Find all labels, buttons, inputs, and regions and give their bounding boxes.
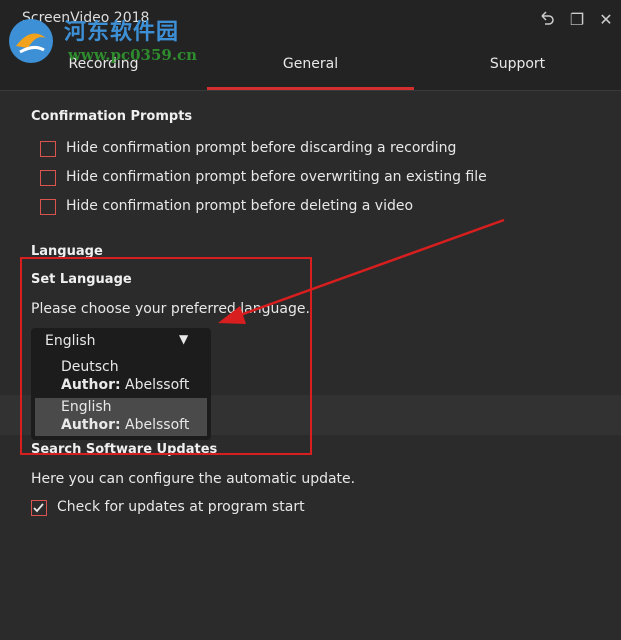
checkbox-label: Hide confirmation prompt before overwrit… bbox=[66, 169, 487, 185]
watermark-url: www.pc0359.cn bbox=[68, 46, 198, 64]
language-option-deutsch[interactable]: Deutsch Author: Abelssoft bbox=[35, 358, 207, 396]
option-author: Author: Abelssoft bbox=[61, 377, 189, 393]
author-label: Author: bbox=[61, 377, 121, 393]
language-dropdown[interactable]: English ▼ Deutsch Author: Abelssoft Engl… bbox=[31, 328, 211, 440]
selected-language: English bbox=[45, 333, 96, 349]
watermark-logo-icon bbox=[9, 19, 53, 63]
language-option-english[interactable]: English Author: Abelssoft bbox=[35, 398, 207, 436]
language-title: Language bbox=[31, 244, 103, 259]
option-name: Deutsch bbox=[61, 359, 119, 375]
author-label: Author: bbox=[61, 417, 121, 433]
checkbox-label: Check for updates at program start bbox=[57, 499, 305, 515]
checkbox-checked[interactable] bbox=[31, 500, 47, 516]
checkbox[interactable] bbox=[40, 199, 56, 215]
undo-icon[interactable] bbox=[536, 10, 556, 30]
updates-title: Search Software Updates bbox=[31, 442, 218, 457]
language-select[interactable]: English ▼ bbox=[31, 328, 211, 354]
close-icon[interactable]: ✕ bbox=[596, 10, 616, 30]
confirmation-title: Confirmation Prompts bbox=[31, 109, 193, 124]
author-name: Abelssoft bbox=[125, 417, 190, 433]
triangle-down-icon: ▼ bbox=[179, 332, 189, 346]
checkbox[interactable] bbox=[40, 141, 56, 157]
watermark-text: 河东软件园 bbox=[64, 19, 180, 45]
watermark: 河东软件园 www.pc0359.cn bbox=[6, 12, 246, 67]
checkbox[interactable] bbox=[40, 170, 56, 186]
header-divider bbox=[0, 90, 621, 91]
set-language-title: Set Language bbox=[31, 272, 132, 287]
updates-description: Here you can configure the automatic upd… bbox=[31, 471, 356, 487]
option-author: Author: Abelssoft bbox=[61, 417, 189, 433]
author-name: Abelssoft bbox=[125, 377, 190, 393]
tab-support[interactable]: Support bbox=[414, 40, 621, 90]
checkbox-label: Hide confirmation prompt before discardi… bbox=[66, 140, 457, 156]
annotation-arrow-icon bbox=[218, 218, 505, 324]
checkbox-label: Hide confirmation prompt before deleting… bbox=[66, 198, 414, 214]
language-prompt: Please choose your preferred language. bbox=[31, 301, 310, 317]
option-name: English bbox=[61, 399, 112, 415]
restore-icon[interactable]: ❐ bbox=[567, 10, 587, 30]
checkmark-icon bbox=[33, 503, 44, 513]
